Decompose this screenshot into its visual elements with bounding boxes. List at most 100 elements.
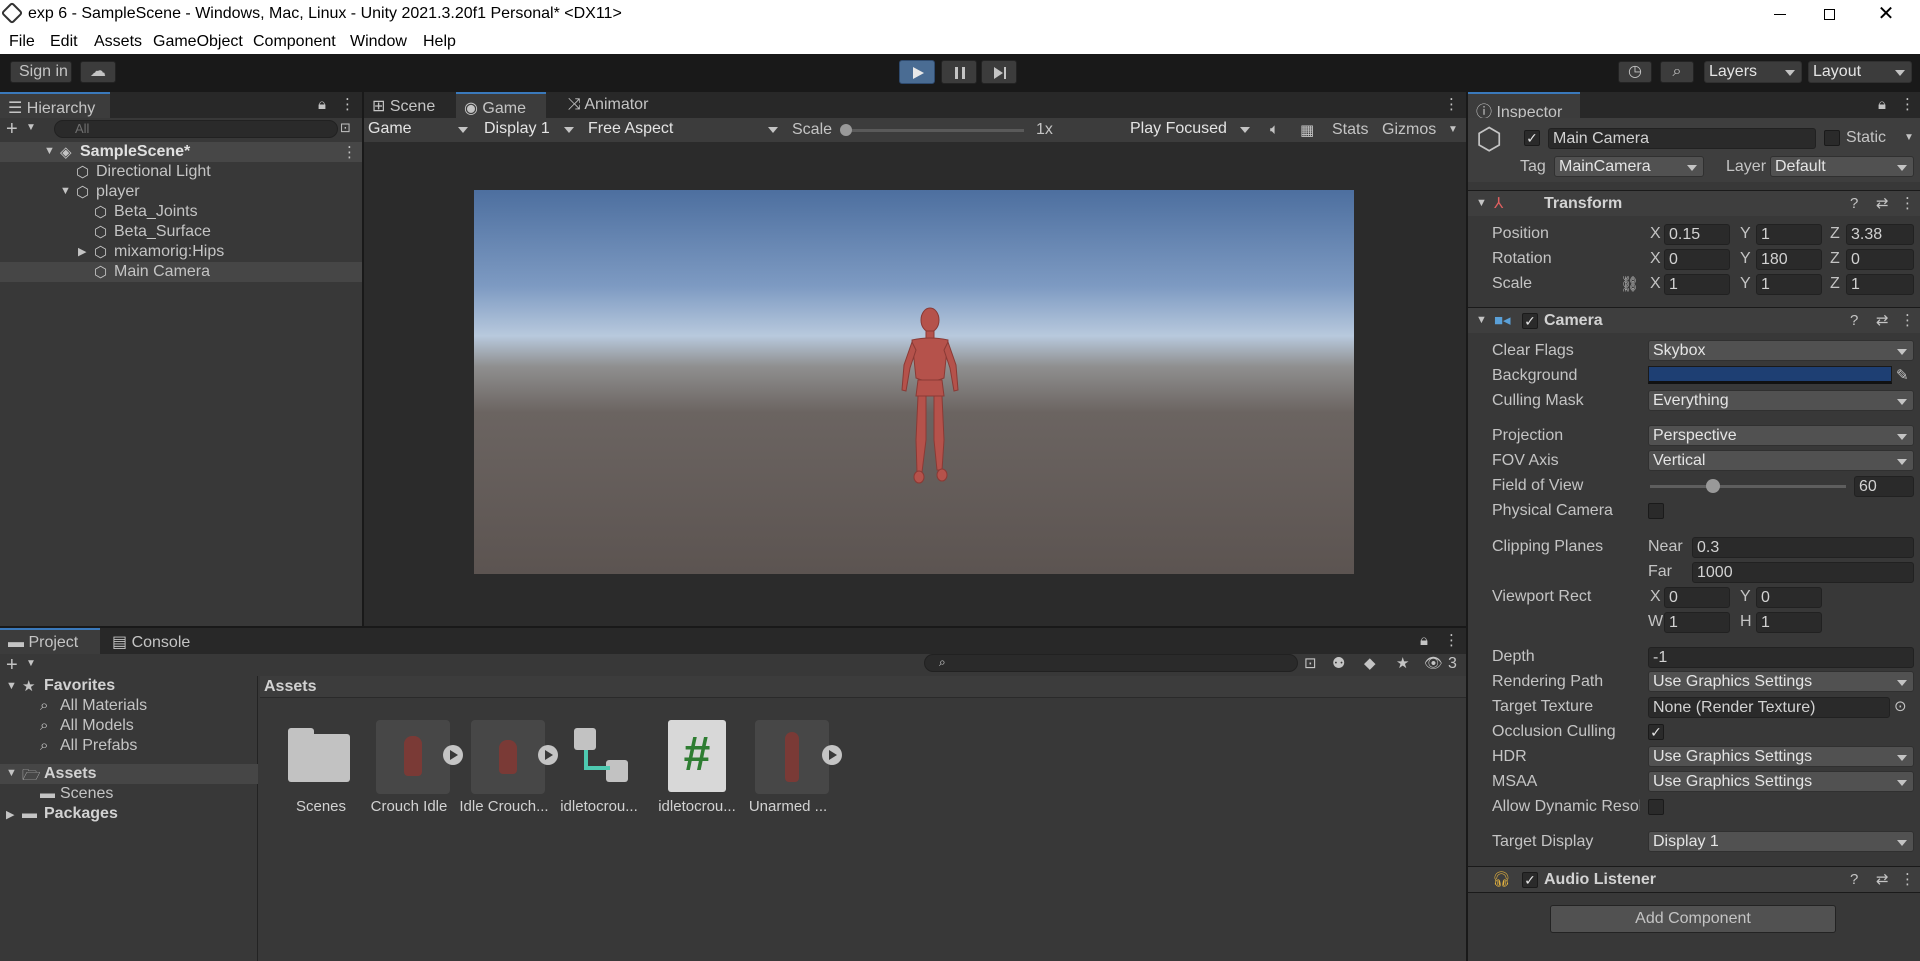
menu-component[interactable]: Component <box>253 33 336 51</box>
camera-enabled-checkbox[interactable]: ✓ <box>1522 313 1538 329</box>
viewport-h-field[interactable]: 1 <box>1756 612 1822 633</box>
play-preview-icon[interactable] <box>822 745 842 765</box>
occlusion-culling-checkbox[interactable]: ✓ <box>1648 724 1664 740</box>
hierarchy-item-directional-light[interactable]: ⬡ Directional Light <box>0 162 362 182</box>
tab-scene[interactable]: ⊞ Scene <box>364 92 456 118</box>
pause-button[interactable] <box>941 60 977 84</box>
add-dropdown-icon[interactable]: ▼ <box>26 122 36 133</box>
far-field[interactable]: 1000 <box>1692 562 1914 583</box>
hierarchy-item-mixamorig-hips[interactable]: ▶ ⬡ mixamorig:Hips <box>0 242 362 262</box>
gizmos-dropdown-icon[interactable]: ▼ <box>1448 124 1458 135</box>
sign-in-button[interactable]: Sign in <box>10 61 72 83</box>
game-viewport[interactable] <box>474 190 1354 574</box>
play-preview-icon[interactable] <box>443 745 463 765</box>
fov-slider-handle[interactable] <box>1705 479 1720 493</box>
kebab-menu-icon[interactable]: ⋮ <box>340 95 355 113</box>
add-dropdown-icon[interactable]: ▼ <box>26 658 36 669</box>
tag-dropdown[interactable]: MainCamera <box>1554 156 1704 177</box>
tab-project[interactable]: ▬ Project <box>0 628 100 654</box>
fov-axis-dropdown[interactable]: Vertical <box>1648 450 1914 471</box>
help-icon[interactable]: ? <box>1850 195 1858 212</box>
stats-button[interactable]: Stats <box>1332 121 1368 139</box>
close-button[interactable]: ✕ <box>1866 0 1906 30</box>
scene-row[interactable]: ▼ ◈ SampleScene* ⋮ <box>0 142 362 162</box>
transform-header[interactable]: ▼ ⅄ Transform ? ⇄ ⋮ <box>1468 190 1920 216</box>
menu-gameobject[interactable]: GameObject <box>153 33 243 51</box>
fov-slider-track[interactable] <box>1650 485 1846 488</box>
component-menu-icon[interactable]: ⋮ <box>1900 870 1915 888</box>
component-menu-icon[interactable]: ⋮ <box>1900 194 1915 212</box>
dynamic-resolution-checkbox[interactable] <box>1648 799 1664 815</box>
hierarchy-item-main-camera[interactable]: ⬡ Main Camera <box>0 262 362 282</box>
scale-z-field[interactable]: 1 <box>1846 274 1914 295</box>
fov-field[interactable]: 60 <box>1854 476 1914 497</box>
scene-menu-icon[interactable]: ⋮ <box>342 143 357 161</box>
maximize-button[interactable] <box>1810 0 1850 30</box>
history-button[interactable]: ◷ <box>1618 61 1652 83</box>
play-button[interactable] <box>899 60 935 84</box>
favorite-star-icon[interactable]: ★ <box>1396 654 1409 672</box>
hierarchy-search-input[interactable]: All <box>54 120 338 138</box>
lock-icon[interactable]: 🔒︎ <box>1420 632 1428 649</box>
hdr-dropdown[interactable]: Use Graphics Settings <box>1648 746 1914 767</box>
search-by-label-icon[interactable]: ⚉ <box>1332 654 1345 672</box>
lock-icon[interactable]: 🔒︎ <box>318 96 326 113</box>
viewport-y-field[interactable]: 0 <box>1756 587 1822 608</box>
rendering-path-dropdown[interactable]: Use Graphics Settings <box>1648 671 1914 692</box>
background-color-swatch[interactable] <box>1648 366 1892 384</box>
fav-all-models[interactable]: All Models <box>60 717 134 735</box>
menu-file[interactable]: File <box>9 33 35 51</box>
presets-icon[interactable]: ⇄ <box>1876 194 1889 212</box>
tag-icon[interactable]: ◆ <box>1364 654 1376 672</box>
scale-slider-track[interactable] <box>844 129 1024 132</box>
minimize-button[interactable] <box>1760 0 1800 30</box>
cloud-button[interactable]: ☁ <box>80 61 116 83</box>
hidden-packages-icon[interactable]: 👁︎ <box>1424 654 1443 672</box>
favorites-label[interactable]: Favorites <box>44 677 115 695</box>
menu-assets[interactable]: Assets <box>94 33 142 51</box>
play-preview-icon[interactable] <box>538 745 558 765</box>
assets-tree-row[interactable]: ▼ 🗁︎ Assets <box>0 764 258 784</box>
scale-x-field[interactable]: 1 <box>1664 274 1730 295</box>
target-display-dropdown[interactable]: Display 1 <box>1648 831 1914 852</box>
menu-window[interactable]: Window <box>350 33 407 51</box>
fav-all-materials[interactable]: All Materials <box>60 697 147 715</box>
audio-listener-checkbox[interactable]: ✓ <box>1522 872 1538 888</box>
rotation-y-field[interactable]: 180 <box>1756 249 1822 270</box>
position-z-field[interactable]: 3.38 <box>1846 224 1914 245</box>
position-x-field[interactable]: 0.15 <box>1664 224 1730 245</box>
eyedropper-icon[interactable]: ✎ <box>1896 366 1909 384</box>
game-mode-dropdown[interactable]: Game <box>364 119 474 140</box>
physical-camera-checkbox[interactable] <box>1648 503 1664 519</box>
tab-animator[interactable]: ⤨ Animator <box>560 92 672 118</box>
display-dropdown[interactable]: Display 1 <box>480 119 580 140</box>
hierarchy-item-player[interactable]: ▼ ⬡ player <box>0 182 362 202</box>
hierarchy-item-beta-joints[interactable]: ⬡ Beta_Joints <box>0 202 362 222</box>
constrain-proportions-icon[interactable]: ⛓︎ <box>1620 275 1639 293</box>
help-icon[interactable]: ? <box>1850 871 1858 888</box>
menu-help[interactable]: Help <box>423 33 456 51</box>
add-component-button[interactable]: Add Component <box>1550 905 1836 933</box>
object-picker-icon[interactable]: ⊙ <box>1894 697 1907 715</box>
tab-game[interactable]: ◉ Game <box>456 92 546 118</box>
search-button[interactable]: ⌕ <box>1660 61 1694 83</box>
camera-header[interactable]: ▼ ■◂ ✓ Camera ? ⇄ ⋮ <box>1468 307 1920 333</box>
static-checkbox[interactable] <box>1824 130 1840 146</box>
component-menu-icon[interactable]: ⋮ <box>1900 311 1915 329</box>
rotation-x-field[interactable]: 0 <box>1664 249 1730 270</box>
msaa-dropdown[interactable]: Use Graphics Settings <box>1648 771 1914 792</box>
menu-edit[interactable]: Edit <box>50 33 78 51</box>
layout-dropdown[interactable]: Layout <box>1808 61 1912 83</box>
active-checkbox[interactable]: ✓ <box>1524 130 1540 146</box>
breadcrumb-assets[interactable]: Assets <box>264 678 316 696</box>
static-dropdown-icon[interactable]: ▼ <box>1904 132 1914 143</box>
projection-dropdown[interactable]: Perspective <box>1648 425 1914 446</box>
culling-mask-dropdown[interactable]: Everything <box>1648 390 1914 411</box>
near-field[interactable]: 0.3 <box>1692 537 1914 558</box>
tab-console[interactable]: ▤ Console <box>104 628 204 654</box>
kebab-menu-icon[interactable]: ⋮ <box>1444 95 1459 113</box>
audio-listener-header[interactable]: 🎧︎ ✓ Audio Listener ? ⇄ ⋮ <box>1468 866 1920 892</box>
play-focused-dropdown[interactable]: Play Focused <box>1126 119 1256 140</box>
project-search-input[interactable]: ⌕ <box>924 654 1298 672</box>
hierarchy-item-beta-surface[interactable]: ⬡ Beta_Surface <box>0 222 362 242</box>
